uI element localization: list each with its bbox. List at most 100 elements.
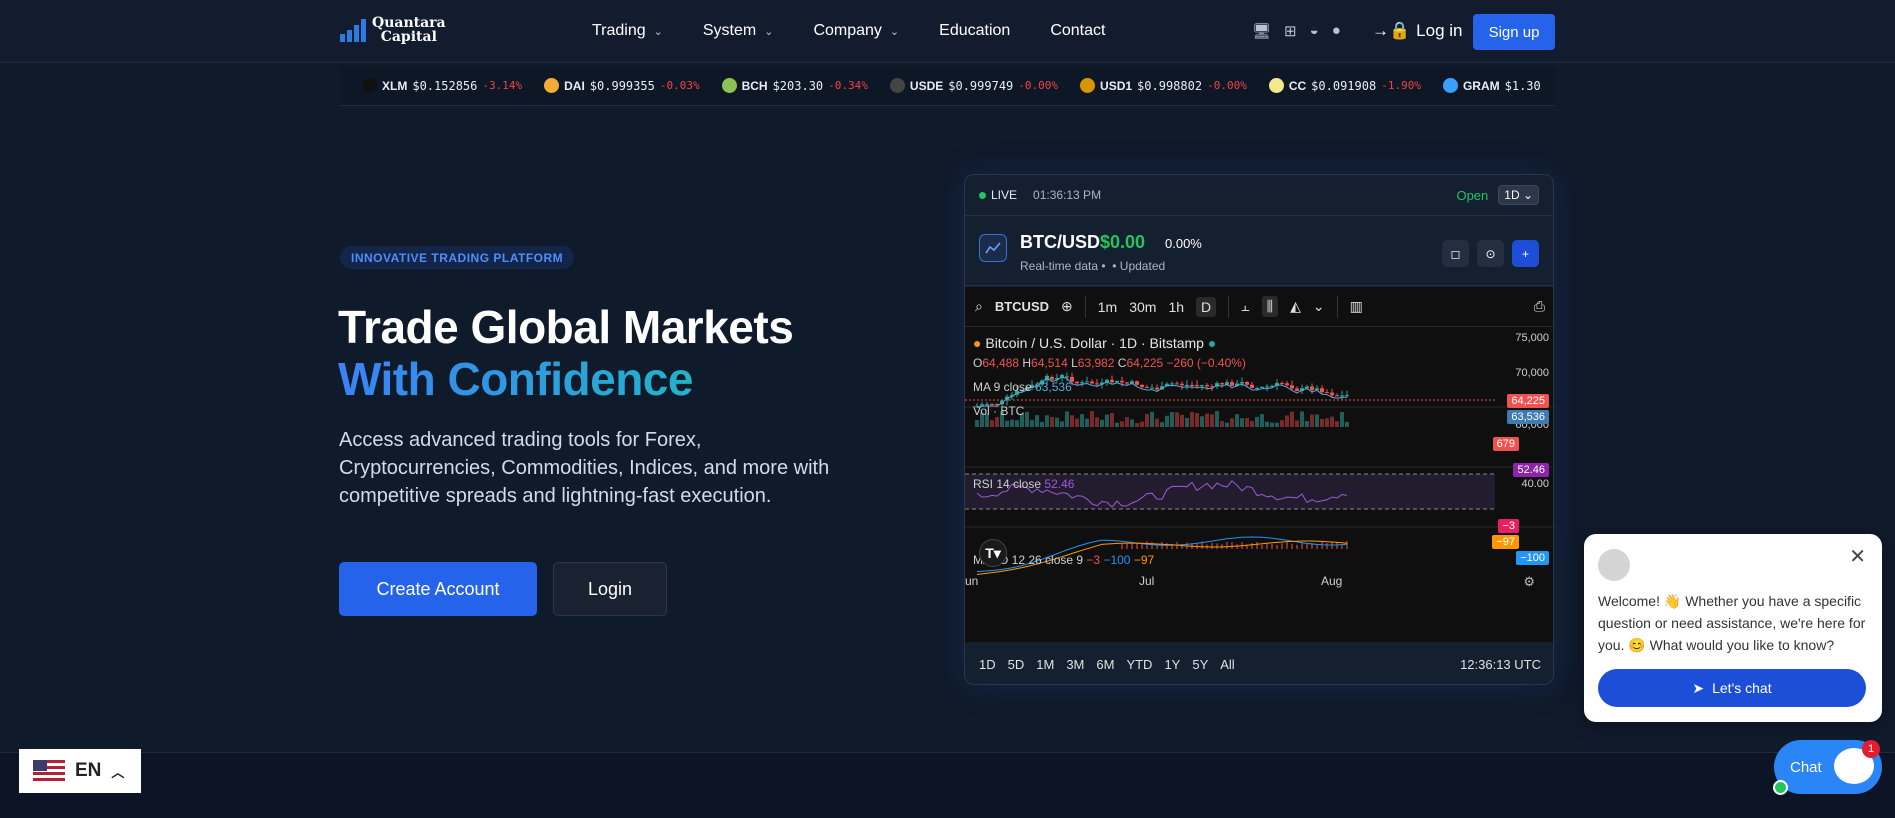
online-indicator [1773, 780, 1788, 795]
ticker-item[interactable]: DAI $0.999355 -0.03% [544, 78, 700, 93]
price-chart[interactable]: ⌕ BTCUSD ⊕ 1m 30m 1h D ⫠ ⫼ ◭ ⌄ ▥ ⎙ ● Bit… [965, 287, 1553, 642]
range-all[interactable]: All [1220, 657, 1234, 672]
ticker-change: -3.14% [482, 79, 523, 92]
interval-30m[interactable]: 30m [1129, 299, 1156, 315]
volume-bar [1190, 412, 1194, 427]
login-link[interactable]: →🔒 Log in [1372, 21, 1463, 41]
apple-icon[interactable]: ● [1332, 22, 1341, 40]
volume-bar [1110, 413, 1114, 427]
range-selector: 1D 5D 1M 3M 6M YTD 1Y 5Y All 12:36:13 UTC [965, 642, 1553, 684]
price-ticker: XLM $0.152856 -3.14% DAI $0.999355 -0.03… [340, 66, 1555, 106]
ticker-price: $0.998802 [1137, 78, 1203, 93]
search-icon[interactable]: ⌕ [975, 298, 983, 315]
range-3m[interactable]: 3M [1066, 657, 1084, 672]
candle-body [1345, 395, 1349, 397]
logo-text: Quantara Capital [372, 16, 446, 44]
menu-education[interactable]: Education [939, 22, 1010, 40]
volume-bar [1160, 422, 1164, 427]
menu-contact[interactable]: Contact [1050, 22, 1105, 40]
menu-trading[interactable]: Trading ⌄ [592, 22, 663, 40]
range-ytd[interactable]: YTD [1126, 657, 1152, 672]
volume-bar [1345, 421, 1349, 427]
interval-1h[interactable]: 1h [1168, 299, 1184, 315]
volume-bar [1200, 416, 1204, 427]
candle-body [1260, 386, 1264, 388]
volume-bar [1340, 411, 1344, 427]
settings-icon[interactable]: ⚙ [1523, 574, 1535, 590]
volume-bar [1025, 411, 1029, 427]
range-1m[interactable]: 1M [1036, 657, 1054, 672]
range-6m[interactable]: 6M [1096, 657, 1114, 672]
range-5d[interactable]: 5D [1008, 657, 1025, 672]
signup-button[interactable]: Sign up [1473, 14, 1555, 50]
ticker-item[interactable]: BCH $203.30 -0.34% [721, 78, 868, 93]
stop-icon[interactable]: ◻ [1442, 240, 1469, 267]
volume-bar [1320, 418, 1324, 427]
logo[interactable]: Quantara Capital [340, 16, 446, 44]
language-selector[interactable]: EN ︿ [19, 749, 141, 793]
y-tick: 70,000 [1515, 367, 1549, 379]
x-label: Jul [1139, 574, 1155, 588]
range-5y[interactable]: 5Y [1192, 657, 1208, 672]
indicators-icon[interactable]: ⫠ [1241, 298, 1249, 315]
add-compare-icon[interactable]: ⊕ [1061, 298, 1073, 315]
close-icon[interactable]: ✕ [1849, 544, 1866, 569]
volume-bar [1030, 420, 1034, 427]
volume-bar [1290, 411, 1294, 427]
target-icon[interactable]: ⊙ [1477, 240, 1504, 267]
candle-body [1135, 381, 1139, 385]
desktop-icon[interactable]: 🖥 [1252, 22, 1271, 40]
candle-body [1250, 384, 1254, 389]
chevron-up-icon: ︿ [111, 764, 125, 780]
android-icon[interactable]: ◒ [1310, 22, 1319, 40]
volume-bar [1120, 421, 1124, 427]
coin-icon [362, 78, 377, 93]
candle-body [1190, 384, 1194, 386]
menu-system[interactable]: System ⌄ [703, 22, 774, 40]
timeframe-select[interactable]: 1D ⌄ [1498, 185, 1539, 205]
ticker-price: $0.152856 [412, 78, 478, 93]
volume-bar [1180, 414, 1184, 427]
candles-icon[interactable]: ⫼ [1261, 296, 1279, 317]
volume-bar [1330, 416, 1334, 427]
candle-body [1325, 392, 1329, 394]
range-1d[interactable]: 1D [979, 657, 996, 672]
ticker-item[interactable]: XLM $0.152856 -3.14% [362, 78, 522, 93]
chevron-down-icon: ⌄ [764, 25, 774, 38]
vol-tag: 679 [1492, 437, 1519, 451]
menu-company[interactable]: Company ⌄ [813, 22, 899, 40]
login-button[interactable]: Login [553, 562, 667, 616]
candle-body [1115, 380, 1119, 383]
ticker-symbol: USDE [909, 78, 944, 93]
lets-chat-button[interactable]: ➤ Let's chat [1598, 669, 1866, 707]
chat-popup: ✕ Welcome! 👋 Whether you have a specific… [1584, 534, 1882, 722]
volume-bar [1185, 418, 1189, 427]
tradingview-logo-icon[interactable]: T▾ [979, 539, 1007, 567]
ticker-item[interactable]: USD1 $0.998802 -0.00% [1080, 78, 1247, 93]
logo-bars-icon [340, 18, 366, 42]
volume-bar [1255, 416, 1259, 427]
bar-chart-icon[interactable]: ▥ [1350, 298, 1363, 315]
ticker-item[interactable]: USDE $0.999749 -0.00% [889, 78, 1058, 93]
interval-d[interactable]: D [1196, 296, 1217, 317]
plus-icon[interactable]: + [1512, 240, 1539, 267]
chevron-down-icon[interactable]: ⌄ [1313, 298, 1325, 315]
area-chart-icon[interactable]: ◭ [1290, 298, 1301, 315]
volume-bar [1305, 421, 1309, 427]
chart-symbol[interactable]: BTCUSD [995, 299, 1049, 314]
coin-icon [1442, 78, 1458, 93]
windows-icon[interactable]: ⊞ [1284, 22, 1297, 40]
volume-bar [1205, 413, 1209, 427]
interval-1m[interactable]: 1m [1098, 299, 1117, 315]
ticker-item[interactable]: GRAM $1.30 [1442, 78, 1546, 93]
ticker-change: -0.03% [659, 79, 700, 92]
create-account-button[interactable]: Create Account [339, 562, 537, 616]
volume-bar [990, 420, 994, 427]
range-1y[interactable]: 1Y [1164, 657, 1180, 672]
camera-icon[interactable]: ⎙ [1534, 298, 1545, 315]
agent-avatar [1598, 549, 1630, 581]
ticker-item[interactable]: CC $0.091908 -1.90% [1268, 78, 1421, 93]
ma-legend: MA 9 close 63,536 [973, 380, 1072, 394]
candle-body [1195, 385, 1199, 387]
volume-bar [1045, 415, 1049, 427]
